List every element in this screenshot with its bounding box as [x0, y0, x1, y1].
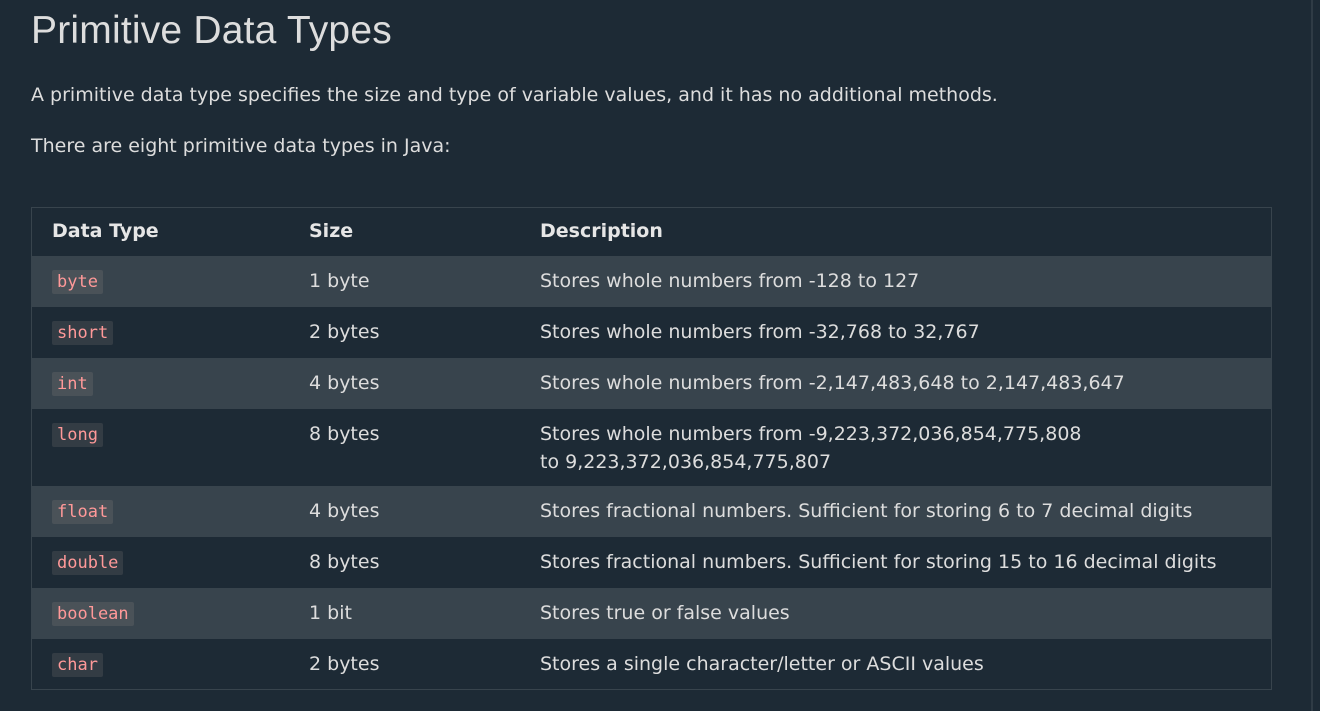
type-name: long — [52, 422, 103, 447]
type-size: 2 bytes — [309, 652, 380, 675]
table-row: char 2 bytes Stores a single character/l… — [31, 638, 1272, 690]
type-description: Stores true or false values — [540, 601, 790, 624]
page-title: Primitive Data Types — [31, 9, 392, 52]
type-size: 8 bytes — [309, 422, 380, 445]
type-name: short — [52, 320, 114, 345]
type-size: 8 bytes — [309, 550, 380, 573]
type-name: float — [52, 499, 114, 524]
header-size: Size — [309, 220, 354, 242]
page-right-border — [1311, 0, 1313, 711]
type-description: Stores a single character/letter or ASCI… — [540, 652, 984, 675]
table-header-row: Data Type Size Description — [32, 208, 1272, 256]
type-name: byte — [52, 269, 103, 294]
type-name: boolean — [52, 601, 134, 626]
types-count-paragraph: There are eight primitive data types in … — [31, 135, 451, 157]
intro-paragraph: A primitive data type specifies the size… — [31, 84, 998, 106]
type-description: Stores whole numbers from -128 to 127 — [540, 269, 920, 292]
type-description: Stores fractional numbers. Sufficient fo… — [540, 550, 1217, 573]
table-row: double 8 bytes Stores fractional numbers… — [31, 536, 1272, 588]
type-description: Stores whole numbers from -32,768 to 32,… — [540, 320, 980, 343]
type-size: 2 bytes — [309, 320, 380, 343]
type-description: Stores fractional numbers. Sufficient fo… — [540, 499, 1193, 522]
type-name: double — [52, 550, 124, 575]
table-row: long 8 bytes Stores whole numbers from -… — [31, 408, 1272, 486]
table-row: byte 1 byte Stores whole numbers from -1… — [31, 255, 1272, 307]
page: Primitive Data Types A primitive data ty… — [0, 0, 1320, 711]
type-size: 4 bytes — [309, 371, 380, 394]
table-row: short 2 bytes Stores whole numbers from … — [31, 306, 1272, 358]
type-name: int — [52, 371, 93, 396]
header-description: Description — [540, 220, 663, 242]
data-types-table: Data Type Size Description byte 1 byte S… — [31, 207, 1272, 690]
type-size: 1 bit — [309, 601, 352, 624]
table-row: float 4 bytes Stores fractional numbers.… — [31, 485, 1272, 537]
type-name: char — [52, 652, 103, 677]
type-description: Stores whole numbers from -2,147,483,648… — [540, 371, 1125, 394]
type-size: 4 bytes — [309, 499, 380, 522]
header-data-type: Data Type — [52, 220, 159, 242]
type-size: 1 byte — [309, 269, 370, 292]
table-row: boolean 1 bit Stores true or false value… — [31, 587, 1272, 639]
table-row: int 4 bytes Stores whole numbers from -2… — [31, 357, 1272, 409]
type-description: Stores whole numbers from -9,223,372,036… — [540, 422, 1082, 473]
